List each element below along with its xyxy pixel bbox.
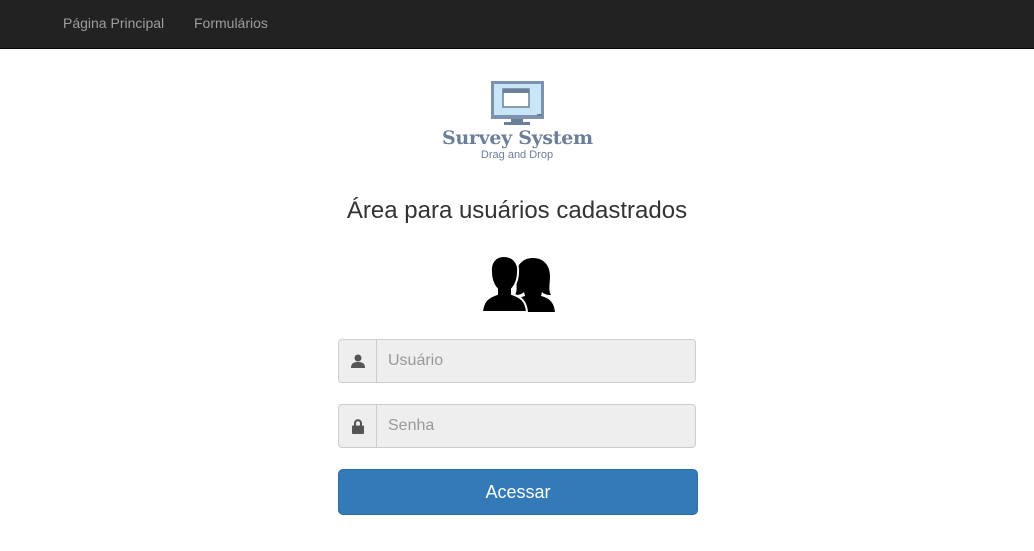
password-input[interactable]	[377, 405, 695, 447]
nav-link-home[interactable]: Página Principal	[63, 15, 164, 31]
nav-link-forms[interactable]: Formulários	[194, 15, 268, 31]
lock-icon	[339, 405, 377, 447]
username-input[interactable]	[377, 340, 695, 382]
access-button[interactable]: Acessar	[338, 469, 698, 515]
username-group	[338, 339, 696, 383]
survey-system-logo: Survey System Drag and Drop	[442, 78, 593, 164]
page-title: Área para usuários cadastrados	[346, 197, 688, 224]
logo-subtitle: Drag and Drop	[480, 149, 554, 161]
monitor-icon	[491, 81, 544, 125]
password-group	[338, 404, 696, 448]
top-navbar: Página Principal Formulários	[0, 0, 1034, 49]
user-icon	[339, 340, 377, 382]
logo-title: Survey System	[442, 127, 593, 149]
users-icon	[481, 254, 555, 313]
